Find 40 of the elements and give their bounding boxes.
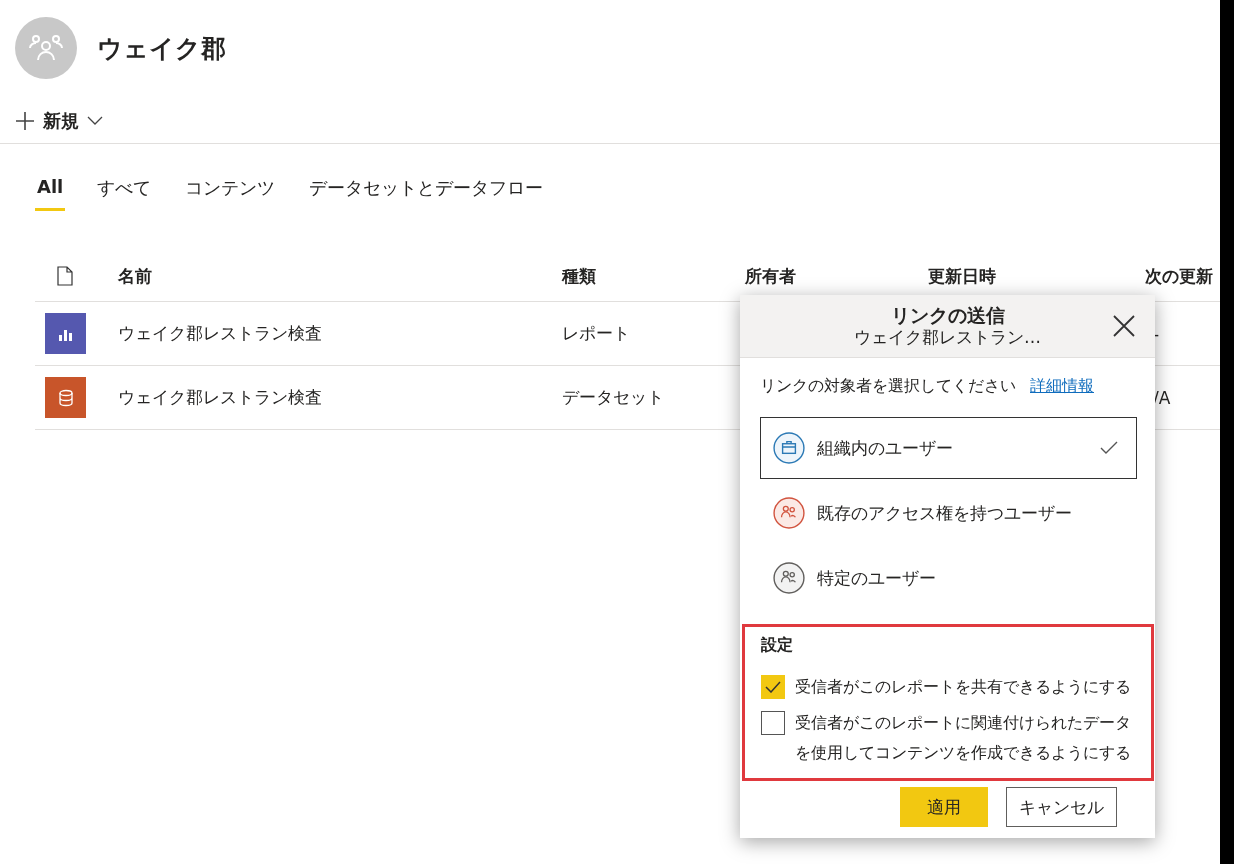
document-icon <box>57 266 73 286</box>
plus-icon <box>15 111 35 131</box>
column-header[interactable]: 更新日時 <box>928 264 996 288</box>
check-icon <box>1100 441 1118 455</box>
people-icon <box>773 562 805 594</box>
report-icon <box>45 313 86 354</box>
chevron-down-icon <box>87 116 103 126</box>
learn-more-link[interactable]: 詳細情報 <box>1030 376 1094 397</box>
people-icon <box>773 497 805 529</box>
checkbox-label: 受信者がこのレポートに関連付けられたデータを使用してコンテンツを作成できるようにする <box>795 713 1132 764</box>
close-button[interactable] <box>1111 313 1137 339</box>
column-header[interactable]: 種類 <box>562 264 596 288</box>
refresh-cell: - <box>1153 323 1160 344</box>
new-button[interactable]: 新規 <box>15 109 103 133</box>
column-header[interactable]: 所有者 <box>745 264 796 288</box>
tab[interactable]: コンテンツ <box>183 176 278 211</box>
tab[interactable]: データセットとデータフロー <box>307 176 546 211</box>
audience-prompt: リンクの対象者を選択してください <box>760 376 1016 397</box>
apply-button[interactable]: 適用 <box>900 787 988 827</box>
briefcase-icon <box>773 432 805 464</box>
workspace-title: ウェイク郡 <box>97 32 226 65</box>
audience-option[interactable]: 特定のユーザー <box>760 547 1137 609</box>
dialog-subtitle: ウェイク郡レストラン… <box>854 326 1041 348</box>
database-icon <box>45 377 86 418</box>
audience-option[interactable]: 組織内のユーザー <box>760 417 1137 479</box>
checkbox[interactable] <box>761 711 785 735</box>
item-name[interactable]: ウェイク郡レストラン検査 <box>118 386 322 409</box>
item-type: データセット <box>562 386 664 409</box>
checkbox-label: 受信者がこのレポートを共有できるようにする <box>795 677 1131 698</box>
check-icon <box>765 681 781 693</box>
item-name[interactable]: ウェイク郡レストラン検査 <box>118 322 322 345</box>
item-type: レポート <box>562 322 630 345</box>
column-header[interactable]: 名前 <box>118 264 152 288</box>
cancel-button[interactable]: キャンセル <box>1006 787 1117 827</box>
dialog-title: リンクの送信 <box>890 304 1005 326</box>
tab[interactable]: All <box>35 176 66 211</box>
audience-option[interactable]: 既存のアクセス権を持つユーザー <box>760 482 1137 544</box>
tab[interactable]: すべて <box>95 176 154 211</box>
settings-heading: 設定 <box>761 635 794 656</box>
column-header[interactable]: 次の更新 <box>1145 264 1213 288</box>
